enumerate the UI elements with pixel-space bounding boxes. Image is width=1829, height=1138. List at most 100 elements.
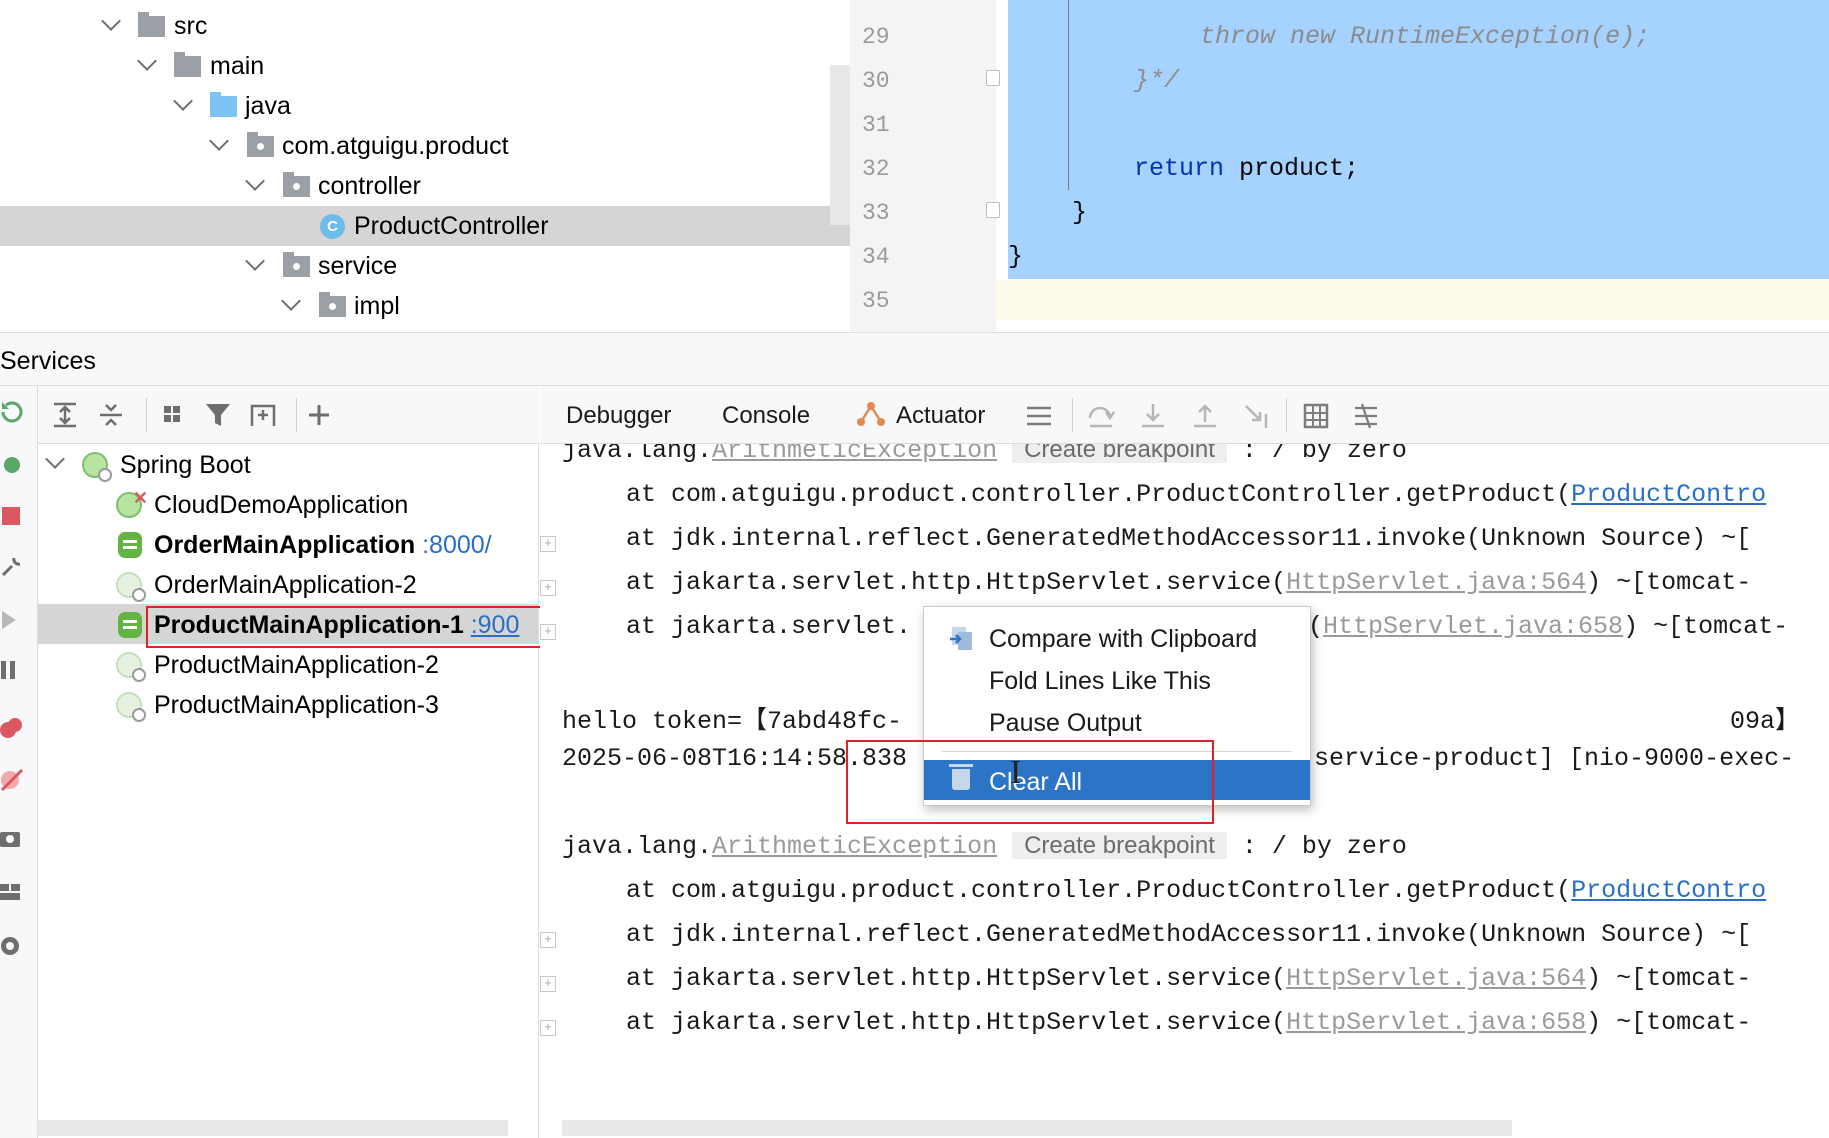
console-line: java.lang.ArithmeticException Create bre…	[562, 444, 1407, 465]
debug-bug-icon	[118, 612, 142, 638]
group-by-icon[interactable]	[158, 400, 192, 430]
console-line: at jakarta.servlet.http.HttpServlet.serv…	[626, 568, 1752, 597]
source-link[interactable]: ProductContro	[1571, 480, 1766, 509]
source-link[interactable]: ProductContro	[1571, 876, 1766, 905]
step-into-icon[interactable]	[1138, 402, 1168, 430]
chevron-down-icon[interactable]	[101, 11, 121, 31]
mute-breakpoints-icon[interactable]	[0, 768, 24, 792]
chevron-down-icon[interactable]	[173, 91, 193, 111]
tree-item-spring-boot[interactable]: Spring Boot	[38, 444, 538, 484]
service-item-productmain-2[interactable]: ProductMainApplication-2	[38, 644, 538, 684]
folder-icon	[138, 12, 165, 37]
project-tree: src main java com.atguigu.product contro…	[0, 0, 850, 332]
actuator-icon	[857, 402, 885, 426]
tab-actuator[interactable]: Actuator	[896, 402, 985, 430]
tree-item-productcontroller[interactable]: C ProductController	[0, 206, 850, 246]
fold-marker-icon[interactable]	[986, 202, 1000, 218]
line-number: 32	[862, 156, 890, 182]
collapse-all-icon[interactable]	[94, 400, 128, 430]
service-item-clouddemo[interactable]: ✕ CloudDemoApplication	[38, 484, 538, 524]
add-service-icon[interactable]	[304, 400, 338, 430]
step-out-icon[interactable]	[1190, 402, 1220, 430]
resume-icon[interactable]	[0, 608, 24, 632]
source-link[interactable]: HttpServlet.java:658	[1323, 612, 1623, 641]
hamburger-menu-icon[interactable]	[1024, 404, 1054, 428]
menu-item-label: Fold Lines Like This	[989, 667, 1211, 695]
tree-item-java[interactable]: java	[0, 86, 850, 126]
trace-icon[interactable]	[1352, 402, 1380, 430]
chevron-down-icon[interactable]	[245, 251, 265, 271]
panel-title: Services	[0, 347, 96, 375]
expand-lines-icon[interactable]: +	[540, 536, 556, 552]
debug-rerun-icon[interactable]	[0, 452, 24, 476]
horizontal-scrollbar[interactable]	[38, 1120, 508, 1136]
evaluate-expression-icon[interactable]	[1302, 402, 1330, 430]
chevron-down-icon[interactable]	[209, 131, 229, 151]
run-to-cursor-icon[interactable]	[1242, 402, 1272, 430]
wrench-icon[interactable]	[0, 554, 24, 578]
toolbar-separator	[1286, 398, 1287, 432]
text-cursor-icon: I	[1010, 754, 1022, 791]
service-item-productmain-3[interactable]: ProductMainApplication-3	[38, 684, 538, 724]
tree-item-src[interactable]: src	[0, 6, 850, 46]
tree-item-main[interactable]: main	[0, 46, 850, 86]
service-name: ProductMainApplication-3	[154, 691, 439, 719]
services-toolbar	[38, 386, 539, 444]
settings-gear-icon[interactable]	[0, 934, 24, 958]
chevron-down-icon[interactable]	[137, 51, 157, 71]
tree-item-label: java	[245, 92, 291, 120]
create-breakpoint-button[interactable]: Create breakpoint	[1012, 832, 1227, 859]
source-link[interactable]: HttpServlet.java:564	[1286, 964, 1586, 993]
service-item-ordermain[interactable]: OrderMainApplication :8000/	[38, 524, 538, 564]
layout-icon[interactable]	[0, 880, 24, 904]
compare-icon	[950, 627, 972, 650]
tree-item-controller[interactable]: controller	[0, 166, 850, 206]
tab-console[interactable]: Console	[722, 402, 810, 430]
fold-marker-icon[interactable]	[986, 70, 1000, 86]
tree-item-impl[interactable]: impl	[0, 286, 850, 326]
service-port-link[interactable]: :8000/	[422, 531, 492, 559]
menu-item-label: Pause Output	[989, 709, 1142, 737]
breakpoints-icon[interactable]	[0, 716, 24, 740]
menu-item-compare-clipboard[interactable]: Compare with Clipboard	[924, 617, 1310, 657]
code-editor[interactable]: 29 30 31 32 33 34 35 throw new RuntimeEx…	[850, 0, 1829, 332]
tree-item-service[interactable]: service	[0, 246, 850, 286]
tree-item-label: ProductController	[354, 212, 549, 240]
code-line-29: throw new RuntimeException(e);	[1200, 22, 1651, 51]
add-to-group-icon[interactable]	[248, 400, 282, 430]
chevron-down-icon[interactable]	[245, 171, 265, 191]
package-icon	[247, 132, 274, 157]
tree-scrollbar[interactable]	[830, 65, 850, 225]
expand-lines-icon[interactable]: +	[540, 976, 556, 992]
chevron-down-icon[interactable]	[45, 449, 65, 469]
stop-icon[interactable]	[0, 504, 24, 528]
tab-debugger[interactable]: Debugger	[566, 402, 671, 430]
code-text: product;	[1224, 154, 1360, 183]
source-link[interactable]: HttpServlet.java:658	[1286, 1008, 1586, 1037]
menu-item-fold-lines[interactable]: Fold Lines Like This	[924, 659, 1310, 699]
exception-link[interactable]: ArithmeticException	[712, 832, 997, 861]
spring-app-error-icon: ✕	[116, 488, 148, 518]
service-name: ProductMainApplication-2	[154, 651, 439, 679]
rerun-icon[interactable]	[0, 400, 24, 424]
expand-lines-icon[interactable]: +	[540, 932, 556, 948]
pause-icon[interactable]	[0, 658, 24, 682]
console-line: at jakarta.servlet.http.HttpServlet.serv…	[626, 964, 1752, 993]
filter-icon[interactable]	[202, 400, 236, 430]
expand-lines-icon[interactable]: +	[540, 624, 556, 640]
services-tree: Spring Boot ✕ CloudDemoApplication Order…	[38, 444, 539, 1138]
create-breakpoint-button[interactable]: Create breakpoint	[1012, 444, 1227, 463]
service-item-ordermain-2[interactable]: OrderMainApplication-2	[38, 564, 538, 604]
line-number: 35	[862, 288, 890, 314]
expand-lines-icon[interactable]: +	[540, 580, 556, 596]
camera-icon[interactable]	[0, 826, 24, 850]
step-over-icon[interactable]	[1086, 402, 1116, 430]
horizontal-scrollbar[interactable]	[562, 1120, 1512, 1136]
chevron-down-icon[interactable]	[281, 291, 301, 311]
expand-lines-icon[interactable]: +	[540, 1020, 556, 1036]
source-link[interactable]: HttpServlet.java:564	[1286, 568, 1586, 597]
tree-item-package[interactable]: com.atguigu.product	[0, 126, 850, 166]
expand-all-icon[interactable]	[48, 400, 82, 430]
menu-item-pause-output[interactable]: Pause Output	[924, 701, 1310, 741]
exception-link[interactable]: ArithmeticException	[712, 444, 997, 465]
